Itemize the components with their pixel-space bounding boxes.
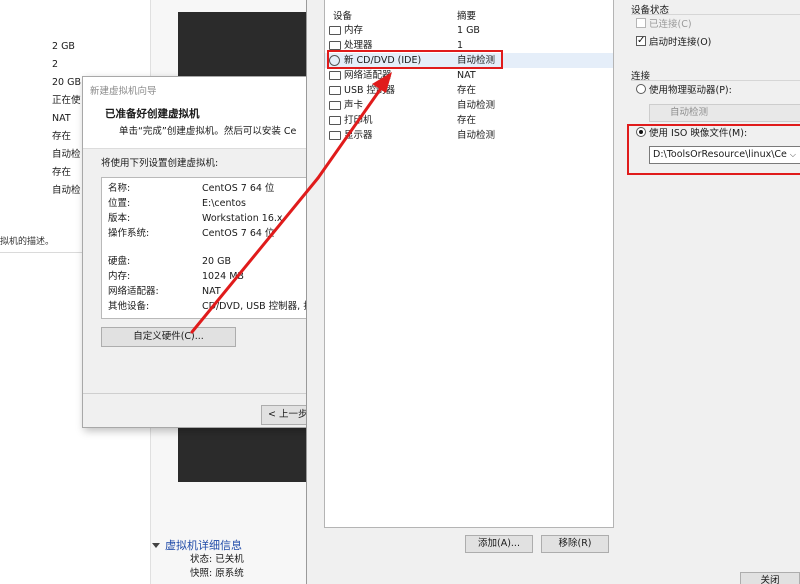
checkbox-icon [636, 18, 646, 28]
divider [631, 14, 800, 15]
wizard-summary-box: 名称: CentOS 7 64 位 位置: E:\centos 版本: Worksta… [101, 177, 321, 319]
wizard-heading: 已准备好创建虚拟机 [105, 108, 200, 120]
add-device-button[interactable]: 添加(A)... [465, 535, 533, 553]
divider [631, 80, 800, 81]
vm-details-header[interactable]: 虚拟机详细信息 [150, 537, 310, 553]
vm-snapshot: 快照: 原系统 [190, 568, 244, 579]
summary-row: 其他设备: CD/DVD, USB 控制器, 打 [108, 300, 313, 314]
device-row-sound[interactable]: 声卡 自动检测 [325, 98, 613, 113]
device-row-printer[interactable]: 打印机 存在 [325, 113, 613, 128]
remove-device-button[interactable]: 移除(R) [541, 535, 609, 553]
device-name: 声卡 [344, 100, 364, 111]
wizard-subheading: 单击“完成”创建虚拟机。然后可以安装 Ce [119, 126, 297, 137]
summary-key: 其他设备: [108, 301, 150, 312]
network-adapter-icon [329, 71, 341, 80]
collapse-triangle-icon[interactable] [152, 542, 160, 548]
connected-checkbox[interactable]: 已连接(C) [636, 18, 692, 32]
customize-hardware-button[interactable]: 自定义硬件(C)... [101, 327, 236, 347]
hardware-dialog: 设备 摘要 内存 1 GB 处理器 1 新 CD/DVD (IDE) 自动检测 … [306, 0, 800, 584]
device-row-network[interactable]: 网络适配器 NAT [325, 68, 613, 83]
summary-value: CentOS 7 64 位 [202, 228, 275, 239]
summary-key: 名称: [108, 183, 131, 194]
vm-details-title: 虚拟机详细信息 [165, 539, 242, 552]
summary-key: 位置: [108, 198, 131, 209]
device-summary: 1 GB [457, 25, 480, 36]
device-row-usb[interactable]: USB 控制器 存在 [325, 83, 613, 98]
device-name: 网络适配器 [344, 70, 392, 81]
speaker-icon [329, 101, 341, 110]
summary-key: 内存: [108, 271, 131, 282]
device-summary: 自动检测 [457, 100, 496, 111]
summary-key: 网络适配器: [108, 286, 159, 297]
checkbox-checked-icon [636, 34, 646, 48]
summary-key: 操作系统: [108, 228, 150, 239]
device-summary: 自动检测 [457, 130, 496, 141]
vm-status: 状态: 已关机 [190, 554, 244, 565]
summary-row: 位置: E:\centos [108, 197, 308, 211]
new-vm-wizard-dialog: 新建虚拟机向导 已准备好创建虚拟机 单击“完成”创建虚拟机。然后可以安装 Ce … [82, 76, 321, 428]
summary-row: 名称: CentOS 7 64 位 [108, 182, 308, 196]
device-settings-panel: 设备状态 已连接(C) 启动时连接(O) 连接 使用物理驱动器(P): 自动检测… [623, 0, 800, 584]
monitor-icon [329, 131, 341, 140]
physical-drive-select[interactable]: 自动检测 [649, 104, 800, 122]
connect-on-power-label: 启动时连接(O) [649, 37, 712, 48]
summary-key: 硬盘: [108, 256, 131, 267]
iso-highlight [627, 124, 800, 175]
spec-cpu: 2 [52, 59, 59, 70]
device-row-display[interactable]: 显示器 自动检测 [325, 128, 613, 143]
summary-row: 网络适配器: NAT [108, 285, 308, 299]
memory-icon [329, 26, 341, 35]
physical-drive-label: 使用物理驱动器(P): [649, 85, 732, 96]
spec-memory: 2 GB [52, 41, 75, 52]
device-list[interactable]: 设备 摘要 内存 1 GB 处理器 1 新 CD/DVD (IDE) 自动检测 … [324, 0, 614, 528]
processor-icon [329, 41, 341, 50]
summary-key: 版本: [108, 213, 131, 224]
summary-value: CD/DVD, USB 控制器, 打 [202, 301, 313, 312]
usb-icon [329, 86, 341, 95]
radio-icon [636, 84, 646, 94]
summary-value: E:\centos [202, 198, 246, 209]
device-row-memory[interactable]: 内存 1 GB [325, 23, 613, 38]
summary-row: 操作系统: CentOS 7 64 位 [108, 227, 308, 241]
summary-value: CentOS 7 64 位 [202, 183, 275, 194]
physical-drive-radio[interactable]: 使用物理驱动器(P): [636, 84, 732, 98]
summary-row: 内存: 1024 MB [108, 270, 308, 284]
column-summary: 摘要 [457, 11, 477, 22]
device-summary: 存在 [457, 115, 477, 126]
device-name: USB 控制器 [344, 85, 396, 96]
connect-on-power-checkbox[interactable]: 启动时连接(O) [636, 34, 712, 50]
cd-dvd-highlight [327, 50, 503, 69]
wizard-lead-text: 将使用下列设置创建虚拟机: [101, 158, 219, 169]
device-name: 打印机 [344, 115, 373, 126]
device-name: 显示器 [344, 130, 373, 141]
summary-value: 1024 MB [202, 271, 244, 282]
summary-value: 20 GB [202, 256, 231, 267]
wizard-title: 新建虚拟机向导 [83, 77, 311, 99]
connected-label: 已连接(C) [649, 19, 692, 30]
device-summary: NAT [457, 70, 476, 81]
divider [83, 393, 311, 394]
wizard-header: 已准备好创建虚拟机 单击“完成”创建虚拟机。然后可以安装 Ce [83, 99, 311, 149]
summary-row: 版本: Workstation 16.x [108, 212, 308, 226]
vm-details-section: 虚拟机详细信息 状态: 已关机 快照: 原系统 [150, 537, 310, 581]
close-button[interactable]: 关闭 [740, 572, 800, 584]
vm-description: 拟机的描述。 [0, 237, 55, 247]
column-device: 设备 [333, 11, 353, 22]
printer-icon [329, 116, 341, 125]
device-summary: 存在 [457, 85, 477, 96]
summary-value: Workstation 16.x [202, 213, 283, 224]
summary-value: NAT [202, 286, 221, 297]
summary-row: 硬盘: 20 GB [108, 255, 308, 269]
device-name: 内存 [344, 25, 364, 36]
